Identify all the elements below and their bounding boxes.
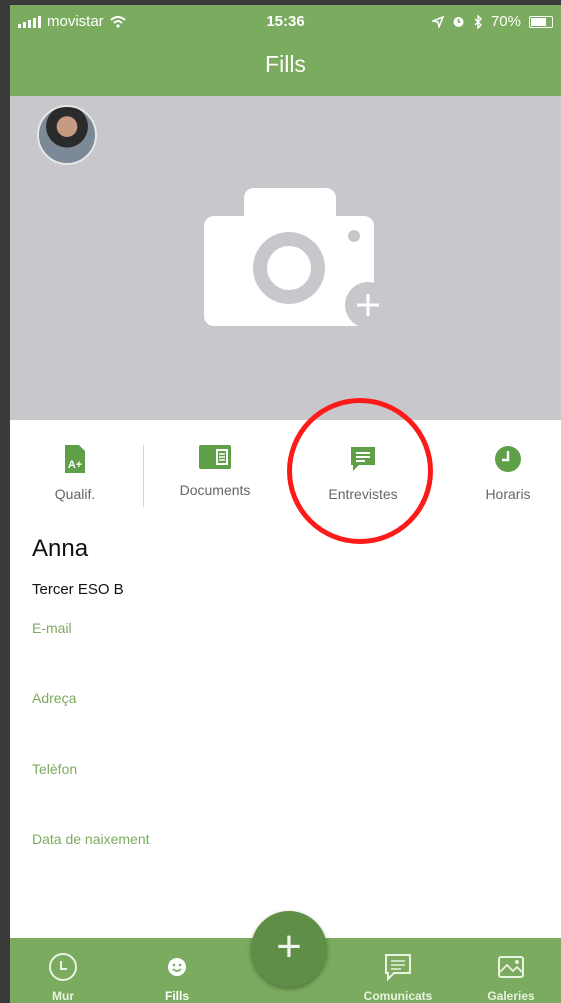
- phone-field-label: Telèfon: [32, 761, 78, 777]
- battery-percent: 70%: [490, 13, 521, 30]
- page-title: Fills: [265, 51, 306, 77]
- clock-icon: [495, 446, 521, 472]
- child-name: Anna: [32, 535, 89, 562]
- email-field-label: E-mail: [32, 620, 72, 636]
- nav-item-fills[interactable]: Fills: [127, 952, 227, 1003]
- battery-icon: [529, 15, 553, 28]
- app-screen: movistar 15:36 70% Fills A+ Qualif. Docu…: [10, 5, 561, 1003]
- interviews-icon: [351, 447, 375, 471]
- top-bar: movistar 15:36 70% Fills: [10, 5, 561, 96]
- address-field-label: Adreça: [32, 690, 77, 706]
- clock-circle-icon: [49, 953, 77, 981]
- nav-item-fills-label: Fills: [164, 989, 189, 1003]
- message-icon: [385, 954, 411, 982]
- tab-entrevistes[interactable]: Entrevistes: [298, 445, 428, 502]
- nav-item-comunicats-label: Comunicats: [363, 989, 433, 1003]
- status-bar: movistar 15:36 70%: [10, 5, 561, 39]
- nav-item-comunicats[interactable]: Comunicats: [348, 952, 448, 1003]
- add-button[interactable]: +: [251, 911, 327, 987]
- cover-photo-area[interactable]: [10, 96, 561, 420]
- nav-item-galeries[interactable]: Galeries: [461, 952, 561, 1003]
- tab-horaris-label: Horaris: [485, 486, 531, 502]
- add-photo-camera-icon[interactable]: [204, 188, 404, 328]
- nav-item-mur[interactable]: Mur: [13, 952, 113, 1003]
- tab-documents-label: Documents: [179, 482, 251, 498]
- smiley-icon: [168, 958, 186, 976]
- tab-qualif[interactable]: A+ Qualif.: [10, 445, 140, 502]
- tab-divider: [143, 445, 144, 507]
- grade-icon: A+: [65, 445, 85, 473]
- birthdate-field-label: Data de naixement: [32, 831, 150, 847]
- tab-qualif-label: Qualif.: [54, 486, 96, 502]
- status-right: 70%: [431, 13, 553, 30]
- nav-item-mur-label: Mur: [52, 989, 74, 1003]
- svg-text:A+: A+: [68, 459, 82, 471]
- avatar[interactable]: [37, 105, 97, 165]
- location-icon: [431, 15, 444, 28]
- tab-bar: A+ Qualif. Documents Entrevistes Horaris: [10, 420, 561, 515]
- alarm-icon: [453, 17, 464, 27]
- child-course: Tercer ESO B: [32, 581, 124, 598]
- bluetooth-icon: [474, 14, 482, 29]
- gallery-icon: [498, 956, 524, 978]
- documents-icon: [199, 445, 231, 469]
- tab-documents[interactable]: Documents: [150, 445, 280, 498]
- nav-item-galeries-label: Galeries: [487, 989, 535, 1003]
- tab-horaris[interactable]: Horaris: [443, 445, 561, 502]
- tab-entrevistes-label: Entrevistes: [328, 486, 398, 502]
